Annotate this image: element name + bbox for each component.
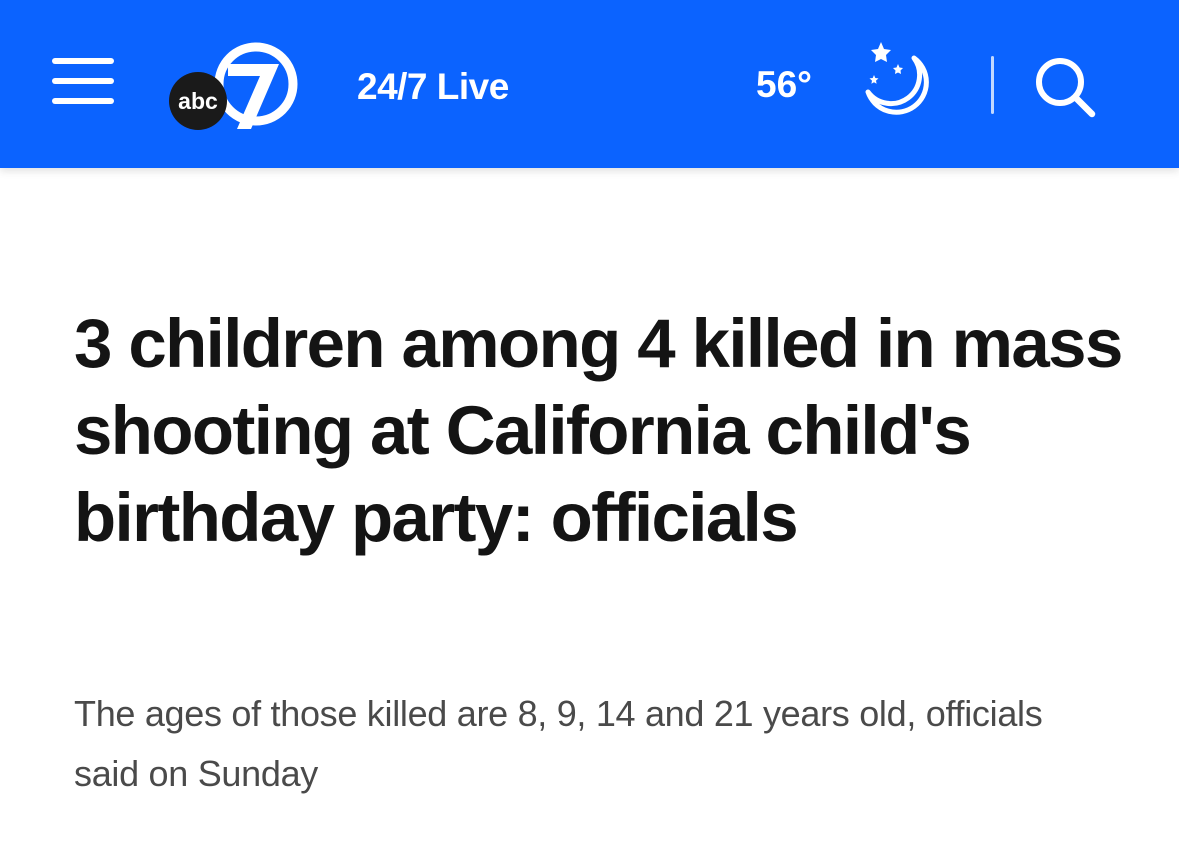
live-stream-link[interactable]: 24/7 Live <box>357 66 509 108</box>
search-button[interactable] <box>1032 54 1098 120</box>
clear-night-moon-icon[interactable] <box>858 38 944 122</box>
temperature-readout[interactable]: 56° <box>756 64 812 106</box>
header-divider <box>991 56 994 114</box>
menu-icon-bar-bottom <box>52 98 114 104</box>
article-subheadline: The ages of those killed are 8, 9, 14 an… <box>74 693 1043 794</box>
menu-icon-bar-middle <box>52 78 114 84</box>
search-icon <box>1036 58 1096 118</box>
menu-button[interactable] <box>52 56 114 106</box>
menu-icon-bar-top <box>52 58 114 64</box>
abc7-logo-icon: abc <box>169 42 298 130</box>
abc-logo-text: abc <box>178 88 218 114</box>
top-navigation-bar: abc 24/7 Live 56° <box>0 0 1179 168</box>
abc7-logo[interactable]: abc <box>168 38 298 133</box>
article-headline: 3 children among 4 killed in mass shooti… <box>74 305 1123 556</box>
